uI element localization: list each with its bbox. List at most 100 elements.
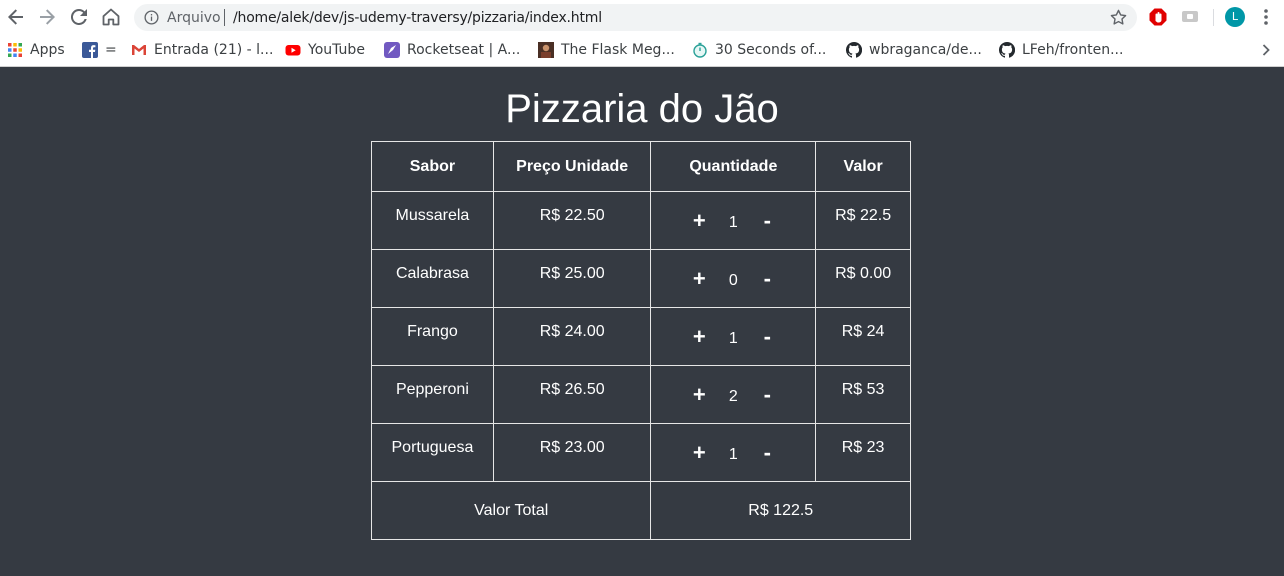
line-total: R$ 53 bbox=[841, 380, 885, 398]
unit-price: R$ 23.00 bbox=[539, 438, 605, 456]
bookmark-label: YouTube bbox=[308, 42, 365, 58]
bookmark-flask-mega[interactable]: The Flask Meg... bbox=[538, 40, 675, 60]
cast-extension-icon[interactable] bbox=[1181, 8, 1199, 26]
flask-mega-icon bbox=[538, 42, 554, 58]
unit-price: R$ 26.50 bbox=[539, 380, 605, 398]
adblock-extension-icon[interactable] bbox=[1149, 8, 1167, 26]
table-row: Mussarela R$ 22.50 + 1 - R$ 22.5 bbox=[371, 191, 911, 250]
decrement-button[interactable]: - bbox=[751, 325, 783, 348]
browser-toolbar: Arquivo /home/alek/dev/js-udemy-traversy… bbox=[0, 0, 1284, 35]
bookmark-facebook[interactable]: = bbox=[82, 40, 117, 60]
quantity-stepper: + 1 - bbox=[651, 325, 815, 348]
line-total: R$ 23 bbox=[841, 438, 885, 456]
line-total: R$ 0.00 bbox=[835, 264, 892, 282]
flavor-name: Calabrasa bbox=[395, 264, 469, 282]
bookmark-label: wbraganca/de... bbox=[869, 42, 982, 58]
quantity-value: 1 bbox=[728, 445, 738, 463]
unit-price: R$ 24.00 bbox=[539, 322, 605, 340]
bookmark-youtube[interactable]: YouTube bbox=[285, 40, 365, 60]
more-vert-icon[interactable] bbox=[1256, 7, 1276, 27]
bookmark-wbraganca[interactable]: wbraganca/de... bbox=[846, 40, 982, 60]
total-row: Valor Total R$ 122.5 bbox=[370, 481, 911, 540]
unit-price-cell: R$ 23.00 bbox=[492, 423, 652, 482]
table-row: Calabrasa R$ 25.00 + 0 - R$ 0.00 bbox=[371, 249, 911, 308]
bookmark-rocketseat[interactable]: Rocketseat | A... bbox=[384, 40, 520, 60]
quantity-cell: + 1 - bbox=[650, 307, 817, 366]
increment-button[interactable]: + bbox=[683, 383, 715, 406]
gmail-icon bbox=[132, 45, 146, 55]
bookmark-apps[interactable]: Apps bbox=[7, 40, 65, 60]
quantity-stepper: + 0 - bbox=[651, 267, 815, 290]
table-header-row: Sabor Preço Unidade Quantidade Valor bbox=[371, 141, 911, 192]
bookmark-label: LFeh/fronten... bbox=[1022, 42, 1124, 58]
quantity-cell: + 2 - bbox=[650, 365, 817, 424]
forward-button[interactable] bbox=[35, 5, 59, 29]
bookmark-label: The Flask Meg... bbox=[561, 42, 675, 58]
quantity-value: 1 bbox=[728, 329, 738, 347]
table-row: Portuguesa R$ 23.00 + 1 - R$ 23 bbox=[371, 423, 911, 482]
flavor-name: Frango bbox=[407, 322, 458, 340]
quantity-stepper: + 1 - bbox=[651, 209, 815, 232]
line-total-cell: R$ 53 bbox=[815, 365, 911, 424]
bookmark-lfeh[interactable]: LFeh/fronten... bbox=[999, 40, 1123, 60]
bookmark-label: Apps bbox=[30, 42, 65, 58]
unit-price-cell: R$ 26.50 bbox=[492, 365, 652, 424]
bookmark-label: Entrada (21) - l... bbox=[154, 42, 274, 58]
line-total-cell: R$ 23 bbox=[815, 423, 911, 482]
unit-price: R$ 22.50 bbox=[539, 206, 605, 224]
bookmark-gmail[interactable]: Entrada (21) - l... bbox=[131, 40, 273, 60]
flavor-cell: Frango bbox=[371, 307, 494, 366]
reload-button[interactable] bbox=[67, 5, 91, 29]
bookmark-label: 30 Seconds of... bbox=[715, 42, 827, 58]
address-bar[interactable]: Arquivo /home/alek/dev/js-udemy-traversy… bbox=[134, 4, 1137, 31]
unit-price-cell: R$ 22.50 bbox=[492, 191, 652, 250]
apps-grid-icon bbox=[8, 43, 22, 57]
unit-price: R$ 25.00 bbox=[539, 264, 605, 282]
unit-price-cell: R$ 24.00 bbox=[492, 307, 652, 366]
quantity-cell: + 1 - bbox=[650, 191, 817, 250]
omnibox-separator bbox=[224, 9, 225, 26]
decrement-button[interactable]: - bbox=[751, 383, 783, 406]
quantity-cell: + 0 - bbox=[650, 249, 817, 308]
page-title: Pizzaria do Jão bbox=[505, 87, 779, 131]
chevron-right-icon[interactable] bbox=[1259, 43, 1273, 57]
increment-button[interactable]: + bbox=[683, 441, 715, 464]
bookmark-30-seconds[interactable]: 30 Seconds of... bbox=[692, 40, 826, 60]
rocketseat-icon bbox=[384, 42, 400, 58]
quantity-stepper: + 2 - bbox=[651, 383, 815, 406]
flavor-cell: Portuguesa bbox=[371, 423, 494, 482]
quantity-value: 0 bbox=[728, 271, 738, 289]
table-row: Pepperoni R$ 26.50 + 2 - R$ 53 bbox=[371, 365, 911, 424]
quantity-cell: + 1 - bbox=[650, 423, 817, 482]
flavor-cell: Calabrasa bbox=[371, 249, 494, 308]
header-preco-unidade: Preço Unidade bbox=[492, 141, 652, 192]
decrement-button[interactable]: - bbox=[751, 441, 783, 464]
increment-button[interactable]: + bbox=[683, 209, 715, 232]
quantity-stepper: + 1 - bbox=[651, 441, 815, 464]
youtube-icon bbox=[285, 45, 301, 56]
quantity-value: 2 bbox=[728, 387, 738, 405]
url-text[interactable]: /home/alek/dev/js-udemy-traversy/pizzari… bbox=[233, 10, 602, 26]
flavor-name: Mussarela bbox=[395, 206, 470, 224]
flavor-cell: Pepperoni bbox=[371, 365, 494, 424]
info-icon[interactable] bbox=[144, 10, 159, 25]
decrement-button[interactable]: - bbox=[751, 267, 783, 290]
increment-button[interactable]: + bbox=[683, 325, 715, 348]
flavor-cell: Mussarela bbox=[371, 191, 494, 250]
line-total-cell: R$ 0.00 bbox=[815, 249, 911, 308]
omnibox-scheme-label: Arquivo bbox=[167, 10, 221, 26]
decrement-button[interactable]: - bbox=[751, 209, 783, 232]
profile-avatar[interactable]: L bbox=[1225, 7, 1245, 27]
line-total: R$ 24 bbox=[841, 322, 885, 340]
pizza-order-table: Sabor Preço Unidade Quantidade Valor Mus… bbox=[370, 141, 911, 540]
bookmark-label: Rocketseat | A... bbox=[407, 42, 521, 58]
home-icon bbox=[102, 8, 120, 26]
bookmark-label: = bbox=[105, 42, 117, 58]
bookmark-star-icon[interactable] bbox=[1110, 9, 1127, 26]
unit-price-cell: R$ 25.00 bbox=[492, 249, 652, 308]
header-valor: Valor bbox=[815, 141, 911, 192]
home-button[interactable] bbox=[99, 5, 123, 29]
increment-button[interactable]: + bbox=[683, 267, 715, 290]
arrow-right-icon bbox=[40, 9, 55, 25]
back-button[interactable] bbox=[4, 5, 28, 29]
